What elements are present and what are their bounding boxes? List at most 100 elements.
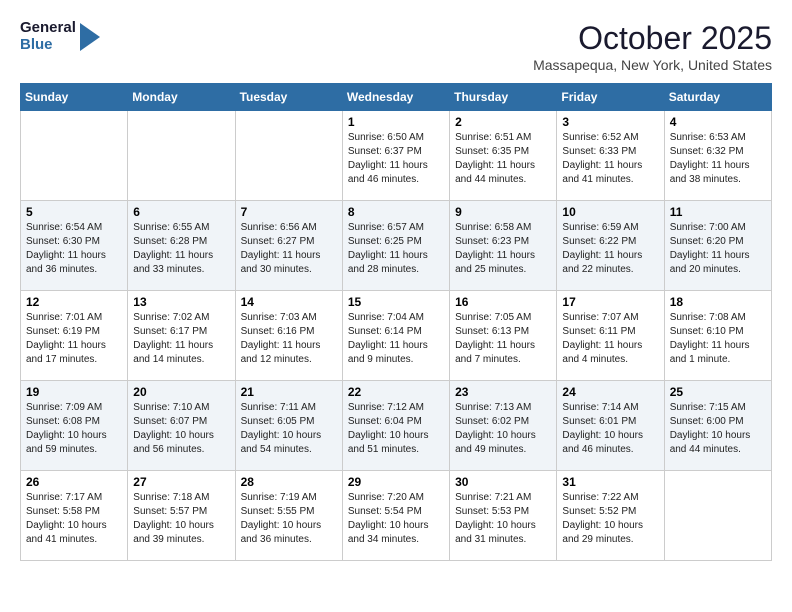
calendar-cell: 11Sunrise: 7:00 AM Sunset: 6:20 PM Dayli… (664, 201, 771, 291)
calendar-cell: 21 Sunrise: 7:11 AM Sunset: 6:05 PM Dayli… (235, 381, 342, 471)
day-number: 21 (241, 385, 337, 399)
calendar-cell: 3 Sunrise: 6:52 AM Sunset: 6:33 PM Daylig… (557, 111, 664, 201)
day-number: 3 (562, 115, 658, 129)
calendar-cell: 26Sunrise: 7:17 AM Sunset: 5:58 PM Dayli… (21, 471, 128, 561)
calendar-cell: 29 Sunrise: 7:20 AM Sunset: 5:54 PM Dayli… (342, 471, 449, 561)
day-number: 10 (562, 205, 658, 219)
day-number: 8 (348, 205, 444, 219)
calendar-cell: 22 Sunrise: 7:12 AM Sunset: 6:04 PM Dayli… (342, 381, 449, 471)
weekday-header-wednesday: Wednesday (342, 84, 449, 111)
day-info: Sunrise: 7:12 AM Sunset: 6:04 PM Dayligh… (348, 401, 444, 457)
day-info: Sunrise: 7:11 AM Sunset: 6:05 PM Dayligh… (241, 401, 337, 457)
calendar-week-2: 5 Sunrise: 6:54 AM Sunset: 6:30 PM Daylig… (21, 201, 772, 291)
day-info: Sunrise: 6:54 AM Sunset: 6:30 PM Dayligh… (26, 221, 122, 277)
day-number: 22 (348, 385, 444, 399)
calendar-cell (664, 471, 771, 561)
day-info: Sunrise: 7:14 AM Sunset: 6:01 PM Dayligh… (562, 401, 658, 457)
day-number: 16 (455, 295, 551, 309)
day-info: Sunrise: 6:59 AM Sunset: 6:22 PM Dayligh… (562, 221, 658, 277)
day-info: Sunrise: 7:03 AM Sunset: 6:16 PM Dayligh… (241, 311, 337, 367)
day-number: 14 (241, 295, 337, 309)
calendar-cell: 13 Sunrise: 7:02 AM Sunset: 6:17 PM Dayli… (128, 291, 235, 381)
day-number: 2 (455, 115, 551, 129)
day-number: 23 (455, 385, 551, 399)
day-info: Sunrise: 7:13 AM Sunset: 6:02 PM Dayligh… (455, 401, 551, 457)
weekday-header-thursday: Thursday (450, 84, 557, 111)
day-info: Sunrise: 6:58 AM Sunset: 6:23 PM Dayligh… (455, 221, 551, 277)
calendar-cell: 2 Sunrise: 6:51 AM Sunset: 6:35 PM Daylig… (450, 111, 557, 201)
calendar-cell: 8 Sunrise: 6:57 AM Sunset: 6:25 PM Daylig… (342, 201, 449, 291)
calendar-cell: 12Sunrise: 7:01 AM Sunset: 6:19 PM Dayli… (21, 291, 128, 381)
calendar-cell: 30Sunrise: 7:21 AM Sunset: 5:53 PM Dayli… (450, 471, 557, 561)
day-info: Sunrise: 6:56 AM Sunset: 6:27 PM Dayligh… (241, 221, 337, 277)
day-number: 28 (241, 475, 337, 489)
title-block: October 2025 Massapequa, New York, Unite… (533, 20, 772, 73)
calendar-week-4: 19 Sunrise: 7:09 AM Sunset: 6:08 PM Dayli… (21, 381, 772, 471)
calendar-cell: 4 Sunrise: 6:53 AM Sunset: 6:32 PM Daylig… (664, 111, 771, 201)
calendar-cell (21, 111, 128, 201)
calendar-cell: 28 Sunrise: 7:19 AM Sunset: 5:55 PM Dayli… (235, 471, 342, 561)
day-info: Sunrise: 7:19 AM Sunset: 5:55 PM Dayligh… (241, 491, 337, 547)
weekday-header-tuesday: Tuesday (235, 84, 342, 111)
calendar-cell: 23 Sunrise: 7:13 AM Sunset: 6:02 PM Dayli… (450, 381, 557, 471)
day-info: Sunrise: 6:51 AM Sunset: 6:35 PM Dayligh… (455, 131, 551, 187)
day-info: Sunrise: 7:09 AM Sunset: 6:08 PM Dayligh… (26, 401, 122, 457)
day-number: 9 (455, 205, 551, 219)
day-number: 4 (670, 115, 766, 129)
calendar-cell: 7Sunrise: 6:56 AM Sunset: 6:27 PM Daylig… (235, 201, 342, 291)
calendar-table: SundayMondayTuesdayWednesdayThursdayFrid… (20, 83, 772, 561)
calendar-cell: 20Sunrise: 7:10 AM Sunset: 6:07 PM Dayli… (128, 381, 235, 471)
day-number: 24 (562, 385, 658, 399)
weekday-header-saturday: Saturday (664, 84, 771, 111)
calendar-cell: 19 Sunrise: 7:09 AM Sunset: 6:08 PM Dayli… (21, 381, 128, 471)
day-info: Sunrise: 7:10 AM Sunset: 6:07 PM Dayligh… (133, 401, 229, 457)
calendar-cell: 25Sunrise: 7:15 AM Sunset: 6:00 PM Dayli… (664, 381, 771, 471)
day-info: Sunrise: 7:21 AM Sunset: 5:53 PM Dayligh… (455, 491, 551, 547)
day-info: Sunrise: 6:57 AM Sunset: 6:25 PM Dayligh… (348, 221, 444, 277)
day-number: 1 (348, 115, 444, 129)
calendar-cell: 24 Sunrise: 7:14 AM Sunset: 6:01 PM Dayli… (557, 381, 664, 471)
calendar-week-5: 26Sunrise: 7:17 AM Sunset: 5:58 PM Dayli… (21, 471, 772, 561)
day-info: Sunrise: 6:53 AM Sunset: 6:32 PM Dayligh… (670, 131, 766, 187)
day-info: Sunrise: 7:04 AM Sunset: 6:14 PM Dayligh… (348, 311, 444, 367)
calendar-body: 1Sunrise: 6:50 AM Sunset: 6:37 PM Daylig… (21, 111, 772, 561)
calendar-cell: 6 Sunrise: 6:55 AM Sunset: 6:28 PM Daylig… (128, 201, 235, 291)
calendar-cell: 18 Sunrise: 7:08 AM Sunset: 6:10 PM Dayli… (664, 291, 771, 381)
day-number: 31 (562, 475, 658, 489)
calendar-cell: 9 Sunrise: 6:58 AM Sunset: 6:23 PM Daylig… (450, 201, 557, 291)
day-number: 5 (26, 205, 122, 219)
calendar-cell: 15 Sunrise: 7:04 AM Sunset: 6:14 PM Dayli… (342, 291, 449, 381)
day-number: 29 (348, 475, 444, 489)
day-info: Sunrise: 6:55 AM Sunset: 6:28 PM Dayligh… (133, 221, 229, 277)
location: Massapequa, New York, United States (533, 57, 772, 73)
day-number: 12 (26, 295, 122, 309)
day-number: 6 (133, 205, 229, 219)
day-number: 15 (348, 295, 444, 309)
day-number: 18 (670, 295, 766, 309)
calendar-cell: 5 Sunrise: 6:54 AM Sunset: 6:30 PM Daylig… (21, 201, 128, 291)
day-number: 19 (26, 385, 122, 399)
calendar-cell: 10 Sunrise: 6:59 AM Sunset: 6:22 PM Dayli… (557, 201, 664, 291)
day-number: 13 (133, 295, 229, 309)
calendar-cell: 31Sunrise: 7:22 AM Sunset: 5:52 PM Dayli… (557, 471, 664, 561)
weekday-header-row: SundayMondayTuesdayWednesdayThursdayFrid… (21, 84, 772, 111)
logo-chevron-icon (80, 23, 100, 51)
weekday-header-friday: Friday (557, 84, 664, 111)
calendar-cell: 27Sunrise: 7:18 AM Sunset: 5:57 PM Dayli… (128, 471, 235, 561)
logo-graphic: General Blue (20, 20, 100, 53)
day-info: Sunrise: 7:20 AM Sunset: 5:54 PM Dayligh… (348, 491, 444, 547)
calendar-cell: 16Sunrise: 7:05 AM Sunset: 6:13 PM Dayli… (450, 291, 557, 381)
day-info: Sunrise: 6:52 AM Sunset: 6:33 PM Dayligh… (562, 131, 658, 187)
day-info: Sunrise: 7:00 AM Sunset: 6:20 PM Dayligh… (670, 221, 766, 277)
page-header: General Blue October 2025 Massapequa, Ne… (20, 20, 772, 73)
calendar-cell (128, 111, 235, 201)
logo-text-general: General (20, 20, 76, 37)
day-info: Sunrise: 7:08 AM Sunset: 6:10 PM Dayligh… (670, 311, 766, 367)
day-number: 17 (562, 295, 658, 309)
logo: General Blue (20, 20, 100, 53)
day-number: 27 (133, 475, 229, 489)
calendar-cell (235, 111, 342, 201)
day-info: Sunrise: 7:02 AM Sunset: 6:17 PM Dayligh… (133, 311, 229, 367)
logo-text-blue: Blue (20, 37, 76, 54)
calendar-week-3: 12Sunrise: 7:01 AM Sunset: 6:19 PM Dayli… (21, 291, 772, 381)
